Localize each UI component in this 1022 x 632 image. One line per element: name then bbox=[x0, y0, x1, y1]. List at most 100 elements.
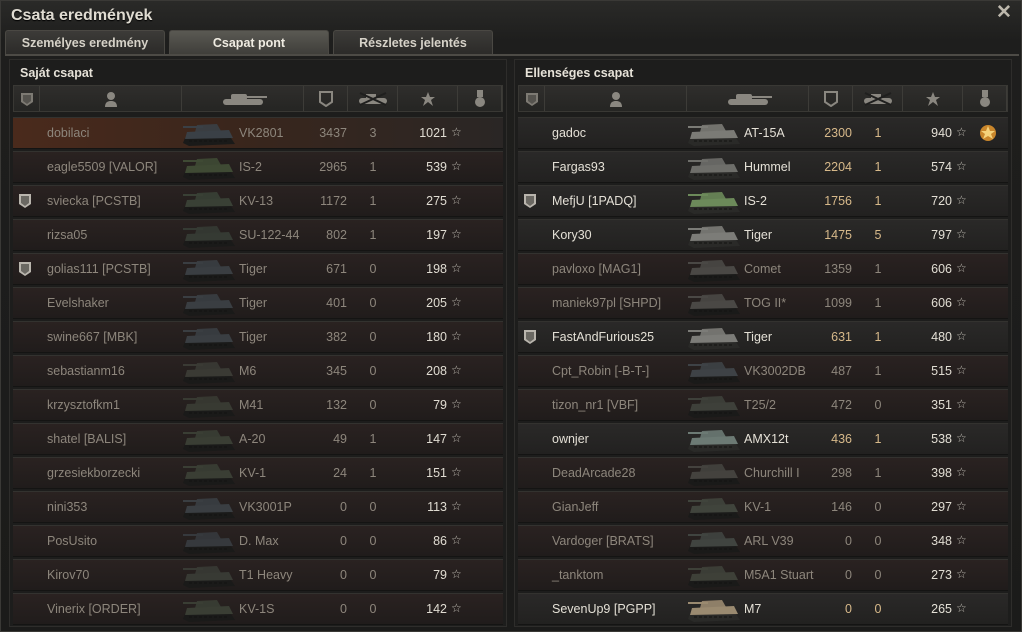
tank-name: Tiger bbox=[239, 262, 268, 276]
column-header-damage[interactable] bbox=[809, 86, 853, 111]
player-name: Vardoger [BRATS] bbox=[552, 534, 654, 548]
xp-value: 538 bbox=[931, 432, 952, 446]
player-row[interactable]: nini353 VK3001P 0 0 113 ☆ bbox=[13, 491, 503, 523]
player-row[interactable]: Vinerix [ORDER] KV-1S 0 0 142 ☆ bbox=[13, 593, 503, 625]
tank-icon bbox=[688, 532, 740, 554]
damage-value: 0 bbox=[845, 602, 852, 616]
column-header-tank[interactable] bbox=[182, 86, 304, 111]
player-row[interactable]: Kory30 Tiger 1475 5 797 ☆ bbox=[518, 219, 1008, 251]
kills-value: 1 bbox=[874, 432, 882, 446]
player-row[interactable]: krzysztofkm1 M41 132 0 79 ☆ bbox=[13, 389, 503, 421]
star-icon: ☆ bbox=[956, 533, 967, 547]
player-row[interactable]: SevenUp9 [PGPP] M7 0 0 265 ☆ bbox=[518, 593, 1008, 625]
player-row[interactable]: FastAndFurious25 Tiger 631 1 480 ☆ bbox=[518, 321, 1008, 353]
player-row[interactable]: DeadArcade28 Churchill I 298 1 398 ☆ bbox=[518, 457, 1008, 489]
own-team-header bbox=[13, 85, 503, 112]
player-row[interactable]: tizon_nr1 [VBF] T25/2 472 0 351 ☆ bbox=[518, 389, 1008, 421]
damage-value: 298 bbox=[831, 466, 852, 480]
tank-name: M5A1 Stuart bbox=[744, 568, 814, 582]
kills-value: 0 bbox=[369, 364, 377, 378]
close-icon[interactable]: ✕ bbox=[995, 3, 1013, 22]
column-header-clan[interactable] bbox=[519, 86, 545, 111]
player-row[interactable]: GianJeff KV-1 146 0 297 ☆ bbox=[518, 491, 1008, 523]
tank-icon bbox=[183, 362, 235, 384]
player-row[interactable]: golias111 [PCSTB] Tiger 671 0 198 ☆ bbox=[13, 253, 503, 285]
damage-value: 1359 bbox=[824, 262, 852, 276]
player-row[interactable]: MefjU [1PADQ] IS-2 1756 1 720 ☆ bbox=[518, 185, 1008, 217]
tank-icon bbox=[688, 464, 740, 486]
tank-name: VK3001P bbox=[239, 500, 292, 514]
tab-detailed-report[interactable]: Részletes jelentés bbox=[333, 30, 493, 55]
kills-value: 5 bbox=[874, 228, 882, 242]
tank-icon bbox=[183, 328, 235, 350]
player-row[interactable]: Vardoger [BRATS] ARL V39 0 0 348 ☆ bbox=[518, 525, 1008, 557]
player-row[interactable]: dobilaci VK2801 3437 3 1021 ☆ bbox=[13, 117, 503, 149]
kills-icon bbox=[863, 91, 892, 106]
column-header-tank[interactable] bbox=[687, 86, 809, 111]
damage-value: 0 bbox=[845, 568, 852, 582]
kills-value: 1 bbox=[369, 194, 377, 208]
column-header-player[interactable] bbox=[40, 86, 182, 111]
player-row[interactable]: Evelshaker Tiger 401 0 205 ☆ bbox=[13, 287, 503, 319]
enemy-team-panel: Ellenséges csapat gadoc AT-15A 2300 1 940 ☆ Fa… bbox=[514, 59, 1012, 627]
player-row[interactable]: Cpt_Robin [-B-T-] VK3002DB 487 1 515 ☆ bbox=[518, 355, 1008, 387]
star-icon: ☆ bbox=[451, 261, 462, 275]
player-row[interactable]: Fargas93 Hummel 2204 1 574 ☆ bbox=[518, 151, 1008, 183]
player-row[interactable]: PosUsito D. Max 0 0 86 ☆ bbox=[13, 525, 503, 557]
player-row[interactable]: shatel [BALIS] A-20 49 1 147 ☆ bbox=[13, 423, 503, 455]
clan-badge-icon bbox=[524, 330, 536, 344]
player-row[interactable]: rizsa05 SU-122-44 802 1 197 ☆ bbox=[13, 219, 503, 251]
player-row[interactable]: gadoc AT-15A 2300 1 940 ☆ bbox=[518, 117, 1008, 149]
tab-personal-result[interactable]: Személyes eredmény bbox=[5, 30, 165, 55]
player-row[interactable]: sviecka [PCSTB] KV-13 1172 1 275 ☆ bbox=[13, 185, 503, 217]
tank-name: IS-2 bbox=[239, 160, 262, 174]
column-header-xp-star[interactable] bbox=[903, 86, 963, 111]
tank-name: M7 bbox=[744, 602, 762, 616]
player-name: swine667 [MBK] bbox=[47, 330, 138, 344]
damage-value: 0 bbox=[340, 602, 347, 616]
kills-value: 0 bbox=[369, 330, 377, 344]
star-icon: ☆ bbox=[956, 329, 967, 343]
column-header-kills[interactable] bbox=[853, 86, 903, 111]
kills-value: 0 bbox=[369, 500, 377, 514]
column-header-clan[interactable] bbox=[14, 86, 40, 111]
star-icon: ☆ bbox=[956, 499, 967, 513]
player-row[interactable]: maniek97pl [SHPD] TOG II* 1099 1 606 ☆ bbox=[518, 287, 1008, 319]
tank-name: KV-1 bbox=[744, 500, 772, 514]
column-header-medal[interactable] bbox=[458, 86, 502, 111]
kills-value: 0 bbox=[369, 262, 377, 276]
star-icon: ☆ bbox=[451, 295, 462, 309]
star-icon: ☆ bbox=[956, 261, 967, 275]
column-header-medal[interactable] bbox=[963, 86, 1007, 111]
xp-value: 348 bbox=[931, 534, 952, 548]
star-icon: ☆ bbox=[956, 193, 967, 207]
clan-badge-icon bbox=[524, 194, 536, 208]
tank-name: Tiger bbox=[744, 330, 773, 344]
player-row[interactable]: ownjer AMX12t 436 1 538 ☆ bbox=[518, 423, 1008, 455]
column-header-player[interactable] bbox=[545, 86, 687, 111]
player-row[interactable]: Kirov70 T1 Heavy 0 0 79 ☆ bbox=[13, 559, 503, 591]
player-row[interactable]: eagle5509 [VALOR] IS-2 2965 1 539 ☆ bbox=[13, 151, 503, 183]
tank-name: AT-15A bbox=[744, 126, 785, 140]
star-icon: ☆ bbox=[451, 125, 462, 139]
xp-value: 198 bbox=[426, 262, 447, 276]
xp-value: 480 bbox=[931, 330, 952, 344]
player-name: MefjU [1PADQ] bbox=[552, 194, 637, 208]
tank-icon bbox=[183, 124, 235, 146]
xp-value: 606 bbox=[931, 296, 952, 310]
player-row[interactable]: sebastianm16 M6 345 0 208 ☆ bbox=[13, 355, 503, 387]
column-header-damage[interactable] bbox=[304, 86, 348, 111]
damage-value: 146 bbox=[831, 500, 852, 514]
kills-value: 0 bbox=[874, 568, 882, 582]
tank-icon bbox=[688, 600, 740, 622]
player-row[interactable]: _tanktom M5A1 Stuart 0 0 273 ☆ bbox=[518, 559, 1008, 591]
player-row[interactable]: grzesiekborzecki KV-1 24 1 151 ☆ bbox=[13, 457, 503, 489]
star-icon: ☆ bbox=[451, 227, 462, 241]
player-row[interactable]: pavloxo [MAG1] Comet 1359 1 606 ☆ bbox=[518, 253, 1008, 285]
column-header-xp-star[interactable] bbox=[398, 86, 458, 111]
tab-team-score[interactable]: Csapat pont bbox=[169, 30, 329, 55]
player-row[interactable]: swine667 [MBK] Tiger 382 0 180 ☆ bbox=[13, 321, 503, 353]
tank-name: KV-13 bbox=[239, 194, 274, 208]
damage-value: 49 bbox=[333, 432, 347, 446]
column-header-kills[interactable] bbox=[348, 86, 398, 111]
